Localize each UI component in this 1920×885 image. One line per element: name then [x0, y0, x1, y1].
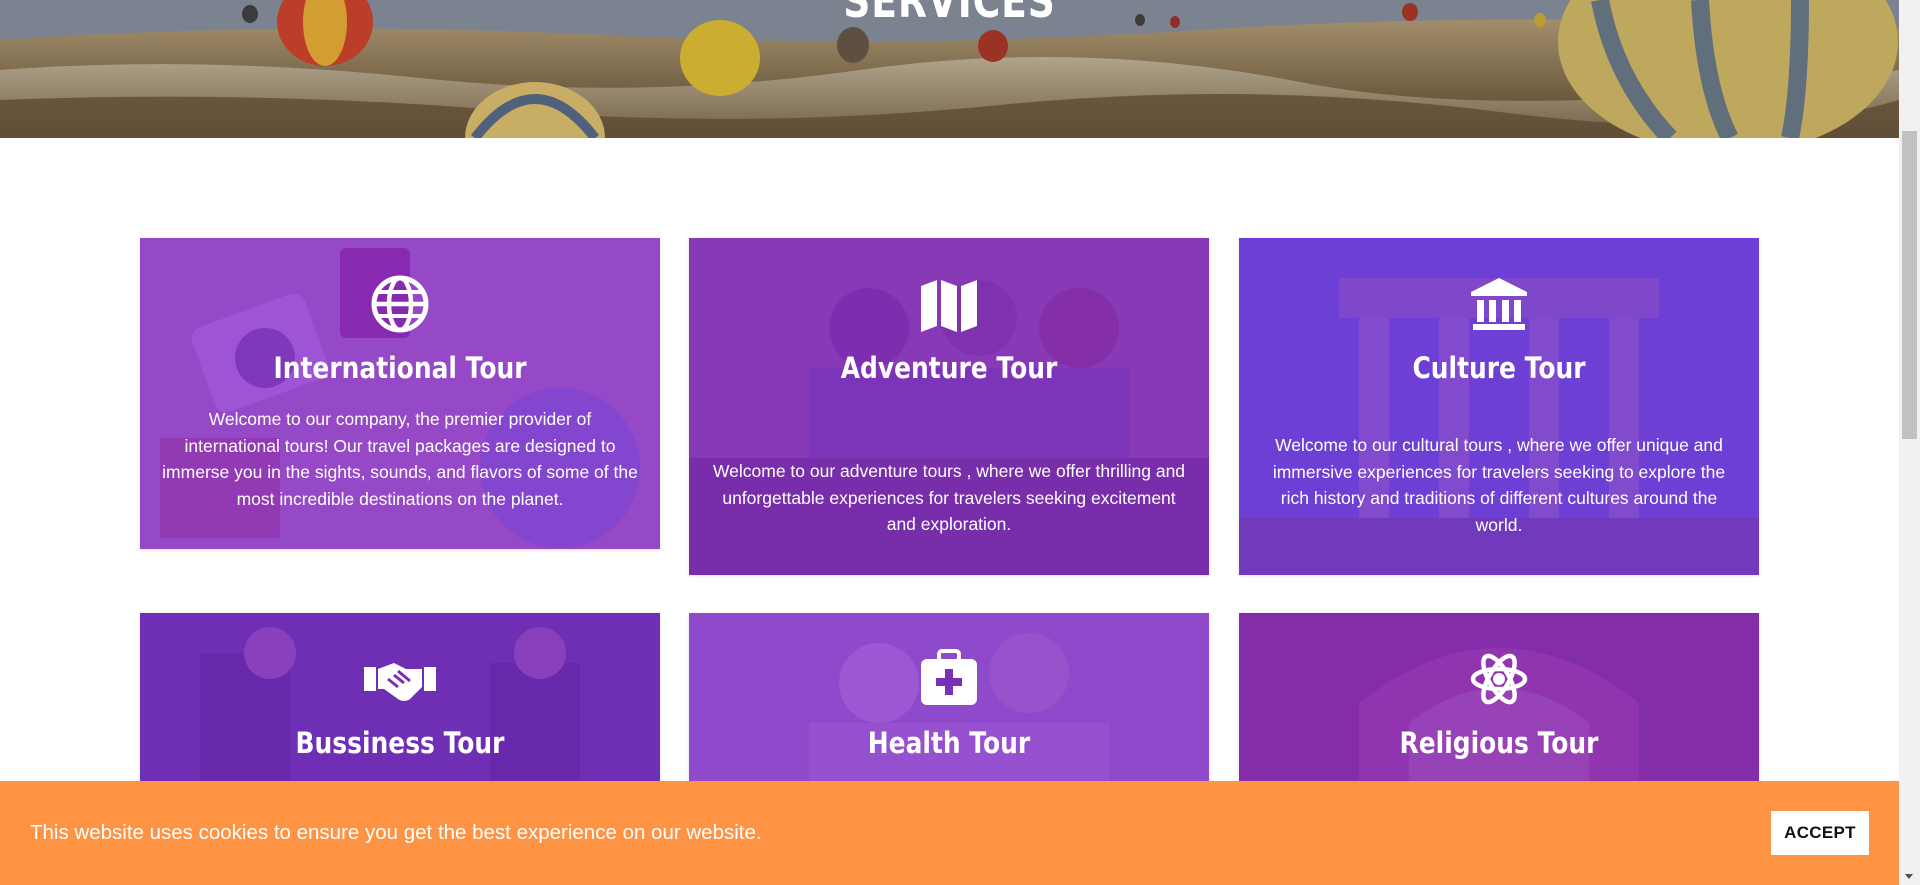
scroll-down-arrow-icon[interactable]	[1905, 874, 1913, 879]
landmark-icon	[1471, 278, 1527, 330]
handshake-icon	[364, 663, 436, 701]
atom-icon	[1470, 653, 1528, 705]
card-description: Welcome to our adventure tours , where w…	[712, 461, 1186, 534]
cookie-banner: This website uses cookies to ensure you …	[0, 781, 1899, 885]
card-description: Welcome to our company, the premier prov…	[162, 409, 638, 509]
page-scrollbar[interactable]	[1899, 0, 1920, 885]
service-card-international[interactable]: International Tour Welcome to our compan…	[140, 238, 660, 549]
globe-icon	[371, 275, 429, 333]
card-title: Bussiness Tour	[295, 726, 505, 760]
accept-cookies-button[interactable]: ACCEPT	[1771, 811, 1869, 855]
service-card-culture[interactable]: Culture Tour Welcome to our cultural tou…	[1239, 238, 1759, 575]
card-description: Welcome to our cultural tours , where we…	[1272, 435, 1726, 535]
card-title: Religious Tour	[1399, 726, 1599, 760]
medkit-icon	[921, 649, 977, 705]
cookie-message: This website uses cookies to ensure you …	[30, 821, 762, 844]
card-title: Health Tour	[867, 726, 1031, 760]
card-title: Culture Tour	[1412, 351, 1586, 385]
card-title: International Tour	[273, 351, 527, 385]
card-title: Adventure Tour	[840, 351, 1058, 385]
hero-banner: SERVICES	[0, 0, 1899, 138]
map-icon	[921, 280, 977, 332]
service-card-adventure[interactable]: Adventure Tour Welcome to our adventure …	[689, 238, 1209, 575]
page-title: SERVICES	[843, 0, 1056, 28]
scrollbar-thumb[interactable]	[1902, 131, 1917, 439]
